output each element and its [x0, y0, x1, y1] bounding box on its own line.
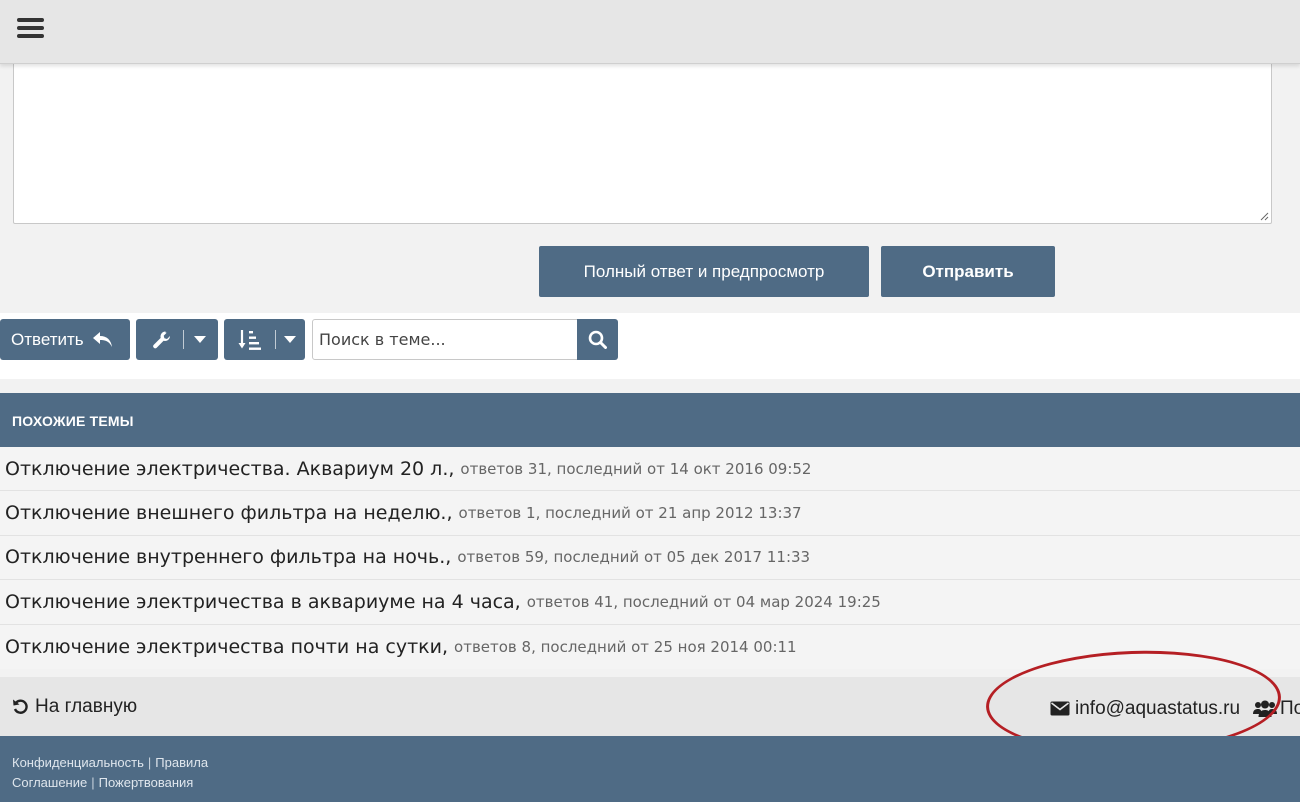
- reply-button-label: Ответить: [11, 329, 84, 349]
- wrench-icon: [153, 331, 170, 349]
- donations-link[interactable]: Пожертвования: [99, 775, 194, 790]
- similar-topics-header: ПОХОЖИЕ ТЕМЫ: [0, 393, 1300, 447]
- users-link-label: По: [1280, 697, 1300, 719]
- users-icon: [1253, 700, 1277, 717]
- reply-textarea[interactable]: [13, 40, 1272, 224]
- search-icon: [588, 330, 607, 349]
- topic-meta: ответов 8, последний от 25 ноя 2014 00:1…: [454, 637, 797, 656]
- topic-meta: ответов 1, последний от 21 апр 2012 13:3…: [458, 504, 802, 523]
- list-item: Отключение электричества в аквариуме на …: [0, 580, 1300, 625]
- home-link-label: На главную: [35, 695, 138, 717]
- list-item: Отключение внутреннего фильтра на ночь.,…: [0, 535, 1300, 581]
- chevron-down-icon: [194, 336, 206, 343]
- undo-icon: [13, 699, 28, 714]
- reply-button[interactable]: Ответить: [0, 319, 130, 360]
- footer-bottom: Конфиденциальность | Правила Соглашение | По…: [0, 736, 1300, 802]
- privacy-link[interactable]: Конфиденциальность: [12, 755, 144, 770]
- similar-topics-list: Отключение электричества. Аквариум 20 л.…: [0, 447, 1300, 669]
- list-item: Отключение электричества. Аквариум 20 л.…: [0, 447, 1300, 492]
- users-link[interactable]: По: [1253, 677, 1300, 740]
- email-address: info@aquastatus.ru: [1075, 697, 1241, 719]
- topic-meta: ответов 31, последний от 14 окт 2016 09:…: [460, 459, 812, 478]
- home-link[interactable]: На главную: [12, 677, 137, 736]
- search-button[interactable]: [577, 319, 618, 360]
- footer-bar: На главную info@aquastatus.ru По: [0, 677, 1300, 736]
- list-item: Отключение внешнего фильтра на неделю., …: [0, 491, 1300, 536]
- topic-link[interactable]: Отключение внутреннего фильтра на ночь.,: [5, 546, 451, 568]
- topic-search-input[interactable]: [312, 319, 578, 360]
- menu-icon[interactable]: [17, 18, 44, 42]
- topic-tools-button[interactable]: [136, 319, 218, 360]
- agreement-link[interactable]: Соглашение: [12, 775, 87, 790]
- sort-button[interactable]: [224, 319, 305, 360]
- topic-meta: ответов 41, последний от 04 мар 2024 19:…: [526, 592, 881, 611]
- resize-handle-icon[interactable]: [1259, 211, 1269, 221]
- email-link[interactable]: info@aquastatus.ru: [1050, 677, 1240, 740]
- topic-link[interactable]: Отключение электричества почти на сутки,: [5, 636, 448, 658]
- top-bar: [0, 0, 1300, 64]
- topic-toolbar: Ответить: [0, 313, 1300, 379]
- legal-links: Конфиденциальность | Правила Соглашение | По…: [12, 755, 209, 790]
- list-item: Отключение электричества почти на сутки,…: [0, 624, 1300, 669]
- topic-link[interactable]: Отключение электричества в аквариуме на …: [5, 591, 521, 613]
- chevron-down-icon: [284, 336, 296, 343]
- topic-link[interactable]: Отключение внешнего фильтра на неделю.,: [5, 502, 453, 524]
- topic-link[interactable]: Отключение электричества. Аквариум 20 л.…: [5, 458, 454, 480]
- rules-link[interactable]: Правила: [155, 755, 208, 770]
- reply-arrow-icon: [92, 331, 112, 347]
- envelope-icon: [1050, 701, 1070, 716]
- full-reply-preview-button[interactable]: Полный ответ и предпросмотр: [539, 246, 869, 297]
- sort-numeric-icon: [238, 330, 261, 350]
- topic-meta: ответов 59, последний от 05 дек 2017 11:…: [457, 548, 811, 567]
- send-button[interactable]: Отправить: [881, 246, 1055, 297]
